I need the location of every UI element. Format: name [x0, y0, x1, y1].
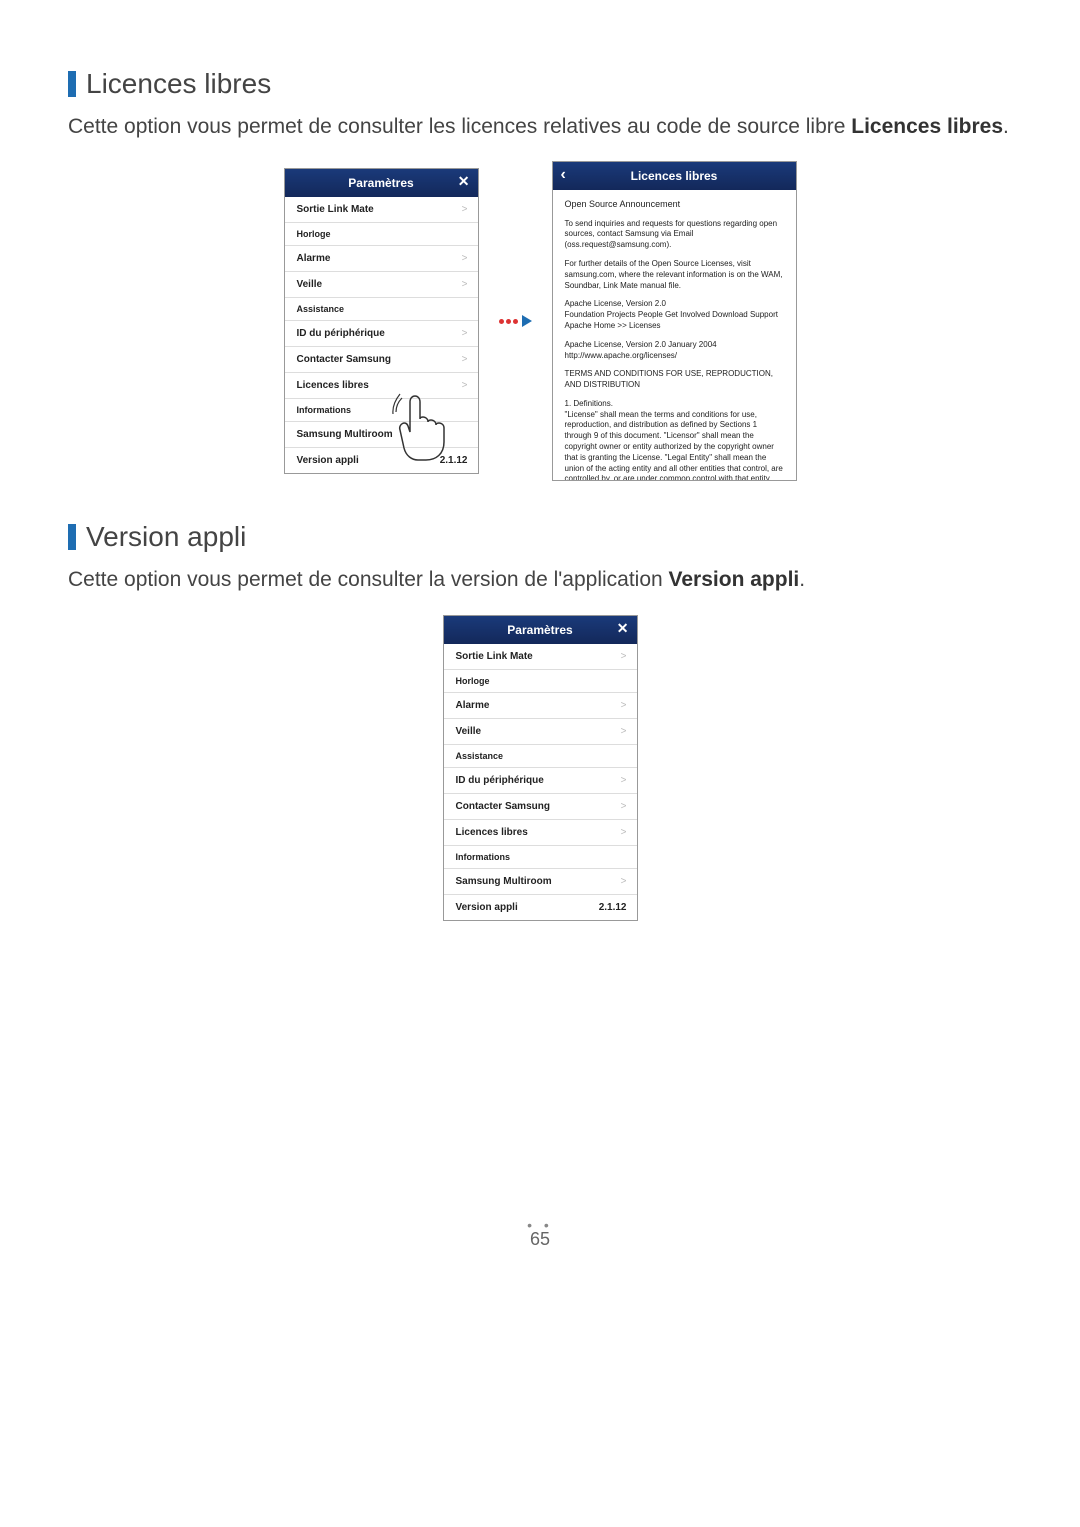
- row-label: Veille: [297, 279, 323, 290]
- page-footer: • • 65: [68, 1221, 1012, 1250]
- row-id-peripherique[interactable]: ID du périphérique >: [444, 768, 637, 794]
- chevron-right-icon: >: [462, 354, 468, 365]
- desc-post: .: [1003, 115, 1009, 138]
- license-text-body: Open Source Announcement To send inquiri…: [553, 190, 796, 480]
- license-paragraph: To send inquiries and requests for quest…: [565, 219, 784, 251]
- chevron-right-icon: >: [621, 827, 627, 838]
- row-label: Samsung Multiroom: [456, 876, 552, 887]
- license-paragraph: 1. Definitions. "License" shall mean the…: [565, 399, 784, 481]
- panel-header: Paramètres ✕: [285, 169, 478, 197]
- chevron-right-icon: >: [462, 204, 468, 215]
- row-licences-libres[interactable]: Licences libres >: [285, 373, 478, 399]
- chevron-right-icon: >: [621, 726, 627, 737]
- section-version-appli: Version appli Cette option vous permet d…: [68, 521, 1012, 920]
- row-contacter-samsung[interactable]: Contacter Samsung >: [285, 347, 478, 373]
- row-label: Contacter Samsung: [456, 801, 550, 812]
- close-icon[interactable]: ✕: [617, 620, 629, 637]
- phone-screenshot-settings: Paramètres ✕ Sortie Link Mate > Horloge …: [284, 168, 479, 474]
- panel-header: Paramètres ✕: [444, 616, 637, 644]
- row-sortie-link-mate[interactable]: Sortie Link Mate >: [444, 644, 637, 670]
- license-paragraph: Apache License, Version 2.0 Foundation P…: [565, 299, 784, 331]
- row-label: Licences libres: [456, 827, 528, 838]
- chevron-right-icon: >: [462, 279, 468, 290]
- screenshot-single: Paramètres ✕ Sortie Link Mate > Horloge …: [68, 615, 1012, 921]
- transition-arrow-icon: [499, 315, 532, 327]
- version-value: 2.1.12: [440, 455, 468, 466]
- section-description: Cette option vous permet de consulter la…: [68, 565, 1012, 594]
- row-horloge-header: Horloge: [444, 670, 637, 693]
- heading-title: Version appli: [86, 521, 246, 553]
- row-id-peripherique[interactable]: ID du périphérique >: [285, 321, 478, 347]
- row-samsung-multiroom[interactable]: Samsung Multiroom: [285, 422, 478, 448]
- row-samsung-multiroom[interactable]: Samsung Multiroom >: [444, 869, 637, 895]
- heading-marker: [68, 524, 76, 550]
- desc-text: Cette option vous permet de consulter la…: [68, 568, 669, 591]
- chevron-right-icon: >: [462, 380, 468, 391]
- heading-title: Licences libres: [86, 68, 271, 100]
- row-horloge-header: Horloge: [285, 223, 478, 246]
- row-veille[interactable]: Veille >: [285, 272, 478, 298]
- chevron-right-icon: >: [621, 700, 627, 711]
- license-announce: Open Source Announcement: [565, 198, 784, 210]
- panel-title: Paramètres: [348, 176, 413, 190]
- row-contacter-samsung[interactable]: Contacter Samsung >: [444, 794, 637, 820]
- close-icon[interactable]: ✕: [458, 173, 470, 190]
- chevron-right-icon: >: [462, 328, 468, 339]
- settings-panel: Paramètres ✕ Sortie Link Mate > Horloge …: [284, 168, 479, 474]
- row-label: Veille: [456, 726, 482, 737]
- desc-bold: Licences libres: [851, 115, 1003, 138]
- chevron-right-icon: >: [462, 253, 468, 264]
- chevron-right-icon: >: [621, 801, 627, 812]
- chevron-right-icon: >: [621, 876, 627, 887]
- row-label: Licences libres: [297, 380, 369, 391]
- license-paragraph: For further details of the Open Source L…: [565, 259, 784, 291]
- row-label: Version appli: [297, 455, 359, 466]
- version-value: 2.1.12: [599, 902, 627, 913]
- row-label: Samsung Multiroom: [297, 429, 393, 440]
- section-heading: Version appli: [68, 521, 1012, 553]
- row-label: Alarme: [297, 253, 331, 264]
- row-version-appli[interactable]: Version appli 2.1.12: [444, 895, 637, 920]
- heading-marker: [68, 71, 76, 97]
- desc-post: .: [799, 568, 805, 591]
- section-description: Cette option vous permet de consulter le…: [68, 112, 1012, 141]
- chevron-right-icon: >: [621, 651, 627, 662]
- settings-panel: Paramètres ✕ Sortie Link Mate > Horloge …: [443, 615, 638, 921]
- row-assistance-header: Assistance: [285, 298, 478, 321]
- panel-title: Licences libres: [631, 169, 718, 183]
- row-sortie-link-mate[interactable]: Sortie Link Mate >: [285, 197, 478, 223]
- row-label: ID du périphérique: [456, 775, 544, 786]
- desc-text: Cette option vous permet de consulter le…: [68, 115, 851, 138]
- footer-dots: • •: [68, 1221, 1012, 1229]
- panel-header: ‹ Licences libres: [553, 162, 796, 190]
- page-number: 65: [530, 1229, 550, 1249]
- screenshots-row: Paramètres ✕ Sortie Link Mate > Horloge …: [68, 161, 1012, 481]
- section-licences-libres: Licences libres Cette option vous permet…: [68, 68, 1012, 481]
- row-version-appli[interactable]: Version appli 2.1.12: [285, 448, 478, 473]
- licenses-panel: ‹ Licences libres Open Source Announceme…: [552, 161, 797, 481]
- panel-title: Paramètres: [507, 623, 572, 637]
- row-informations-header: Informations: [444, 846, 637, 869]
- section-heading: Licences libres: [68, 68, 1012, 100]
- row-informations-header: Informations: [285, 399, 478, 422]
- row-label: Sortie Link Mate: [297, 204, 374, 215]
- back-chevron-icon[interactable]: ‹: [561, 166, 566, 184]
- license-paragraph: Apache License, Version 2.0 January 2004…: [565, 340, 784, 362]
- chevron-right-icon: >: [621, 775, 627, 786]
- row-label: Version appli: [456, 902, 518, 913]
- desc-bold: Version appli: [669, 568, 800, 591]
- row-licences-libres[interactable]: Licences libres >: [444, 820, 637, 846]
- row-label: ID du périphérique: [297, 328, 385, 339]
- row-alarme[interactable]: Alarme >: [285, 246, 478, 272]
- row-label: Sortie Link Mate: [456, 651, 533, 662]
- row-alarme[interactable]: Alarme >: [444, 693, 637, 719]
- license-paragraph: TERMS AND CONDITIONS FOR USE, REPRODUCTI…: [565, 369, 784, 391]
- row-label: Alarme: [456, 700, 490, 711]
- row-label: Contacter Samsung: [297, 354, 391, 365]
- row-assistance-header: Assistance: [444, 745, 637, 768]
- row-veille[interactable]: Veille >: [444, 719, 637, 745]
